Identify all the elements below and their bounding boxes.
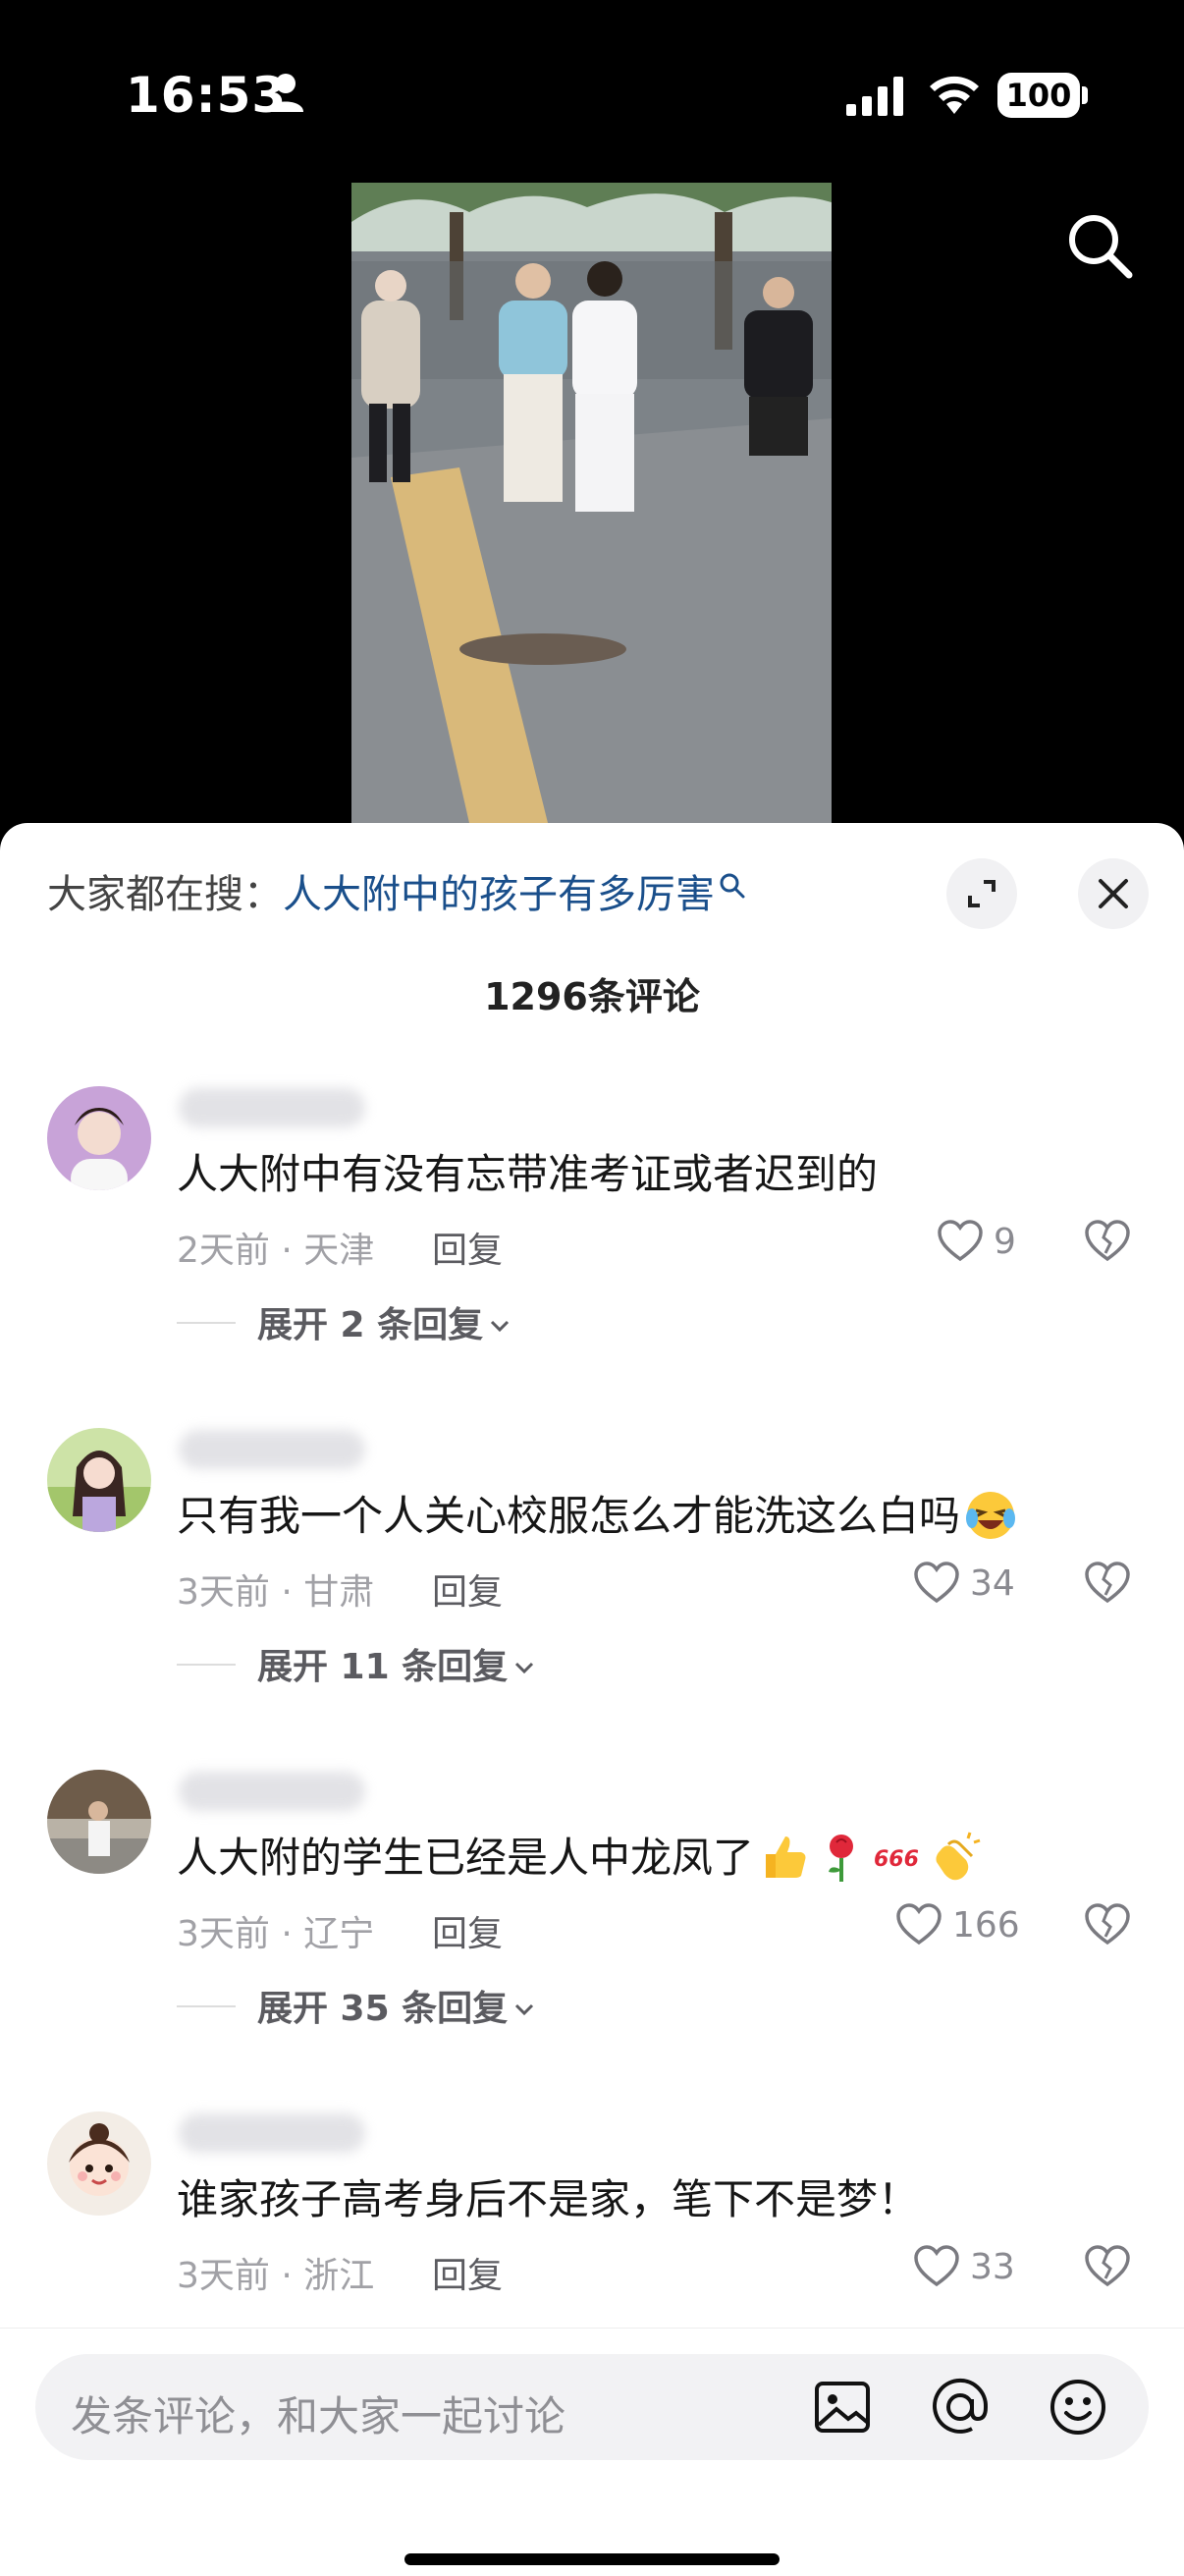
expand-replies[interactable]: 展开 2 条回复 — [257, 1296, 511, 1347]
status-time: 16:53 — [126, 67, 288, 124]
heart-icon — [914, 1562, 959, 1604]
heart-icon — [896, 1903, 942, 1946]
username-blurred[interactable] — [179, 2113, 365, 2153]
chevron-down-icon — [515, 2003, 534, 2016]
at-mention-icon[interactable] — [929, 2376, 992, 2439]
battery-indicator: 100 — [997, 73, 1080, 118]
comment-meta: 3天前 · 辽宁 — [177, 1914, 375, 1954]
like-button[interactable]: 34 — [913, 1560, 1015, 1607]
username-blurred[interactable] — [179, 1430, 365, 1469]
comment-text-body: 人大附的学生已经是人中龙凤了 — [177, 1834, 755, 1882]
chevron-down-icon — [491, 1320, 510, 1333]
comment-sheet: 大家都在搜：人大附中的孩子有多厉害 1296条评论 人大附中有没有忘带准考证或者… — [0, 823, 1184, 2575]
like-count: 166 — [952, 1904, 1020, 1946]
comment-count: 1296条评论 — [484, 975, 700, 1018]
reply-button[interactable]: 回复 — [432, 1563, 503, 1615]
divider — [177, 1664, 236, 1666]
person-icon — [268, 74, 303, 112]
rose-emoji-icon — [829, 1835, 854, 1882]
broken-heart-icon[interactable] — [1084, 1220, 1131, 1263]
video-frame-image — [351, 183, 832, 823]
search-small-icon — [720, 873, 745, 899]
chevron-down-icon — [515, 1662, 534, 1674]
comment-input[interactable]: 发条评论，和大家一起讨论 — [35, 2354, 1149, 2460]
cellular-signal-icon — [846, 77, 903, 116]
heart-icon — [914, 2245, 959, 2287]
home-indicator — [404, 2553, 780, 2565]
reply-button[interactable]: 回复 — [432, 1222, 503, 1273]
hot-search-bar[interactable]: 大家都在搜：人大附中的孩子有多厉害 — [47, 862, 746, 919]
avatar[interactable] — [47, 2111, 151, 2216]
comment-meta: 2天前 · 天津 — [177, 1231, 375, 1271]
expand-button[interactable] — [946, 858, 1017, 929]
laughing-crying-emoji-icon — [966, 1492, 1016, 1539]
heart-icon — [938, 1220, 983, 1262]
comment-meta: 3天前 · 浙江 — [177, 2256, 375, 2296]
emoji-icon[interactable] — [1047, 2376, 1109, 2439]
comment-text-body: 只有我一个人关心校服怎么才能洗这么白吗 — [177, 1492, 961, 1540]
divider — [177, 2005, 236, 2007]
like-button[interactable]: 9 — [937, 1218, 1016, 1265]
search-icon[interactable] — [1060, 206, 1139, 285]
hot-search-keyword[interactable]: 人大附中的孩子有多厉害 — [283, 872, 715, 917]
reply-button[interactable]: 回复 — [432, 1905, 503, 1956]
like-count: 34 — [970, 1562, 1015, 1604]
status-bar: 16:53 100 — [0, 0, 1184, 187]
avatar[interactable] — [47, 1086, 151, 1190]
like-count: 33 — [970, 2246, 1015, 2287]
expand-replies-label: 展开 2 条回复 — [257, 1305, 484, 1345]
broken-heart-icon[interactable] — [1084, 2245, 1131, 2288]
comment-text: 只有我一个人关心校服怎么才能洗这么白吗 — [177, 1483, 1017, 1543]
comment-text: 人大附的学生已经是人中龙凤了 666 — [177, 1825, 982, 1885]
like-count: 9 — [994, 1221, 1016, 1262]
avatar[interactable] — [47, 1428, 151, 1532]
broken-heart-icon[interactable] — [1084, 1903, 1131, 1946]
like-button[interactable]: 166 — [895, 1901, 1020, 1948]
expand-replies-label: 展开 11 条回复 — [257, 1647, 509, 1687]
username-blurred[interactable] — [179, 1772, 365, 1811]
video-player[interactable] — [351, 183, 832, 823]
comment-input-placeholder: 发条评论，和大家一起讨论 — [71, 2392, 566, 2440]
battery-nub — [1082, 86, 1088, 104]
avatar[interactable] — [47, 1770, 151, 1874]
expand-icon — [968, 880, 996, 907]
username-blurred[interactable] — [179, 1088, 365, 1127]
comment-input-bar: 发条评论，和大家一起讨论 — [0, 2328, 1184, 2576]
close-button[interactable] — [1078, 858, 1149, 929]
expand-replies[interactable]: 展开 35 条回复 — [257, 1980, 535, 2031]
svg-text:666: 666 — [874, 1847, 919, 1872]
hot-search-prefix: 大家都在搜： — [47, 872, 283, 917]
666-emoji-icon: 666 — [874, 1847, 919, 1872]
like-button[interactable]: 33 — [913, 2243, 1015, 2290]
expand-replies-label: 展开 35 条回复 — [257, 1989, 509, 2029]
clapping-hands-emoji-icon — [936, 1832, 981, 1881]
wifi-icon — [930, 76, 979, 114]
comment-text: 人大附中有没有忘带准考证或者迟到的 — [177, 1150, 879, 1198]
image-icon[interactable] — [811, 2376, 874, 2439]
divider — [177, 1322, 236, 1324]
close-icon — [1099, 879, 1128, 908]
expand-replies[interactable]: 展开 11 条回复 — [257, 1638, 535, 1689]
comment-meta: 3天前 · 甘肃 — [177, 1572, 375, 1613]
comment-text: 谁家孩子高考身后不是家，笔下不是梦！ — [177, 2175, 920, 2223]
reply-button[interactable]: 回复 — [432, 2247, 503, 2298]
broken-heart-icon[interactable] — [1084, 1562, 1131, 1605]
thumbs-up-emoji-icon — [766, 1836, 806, 1878]
